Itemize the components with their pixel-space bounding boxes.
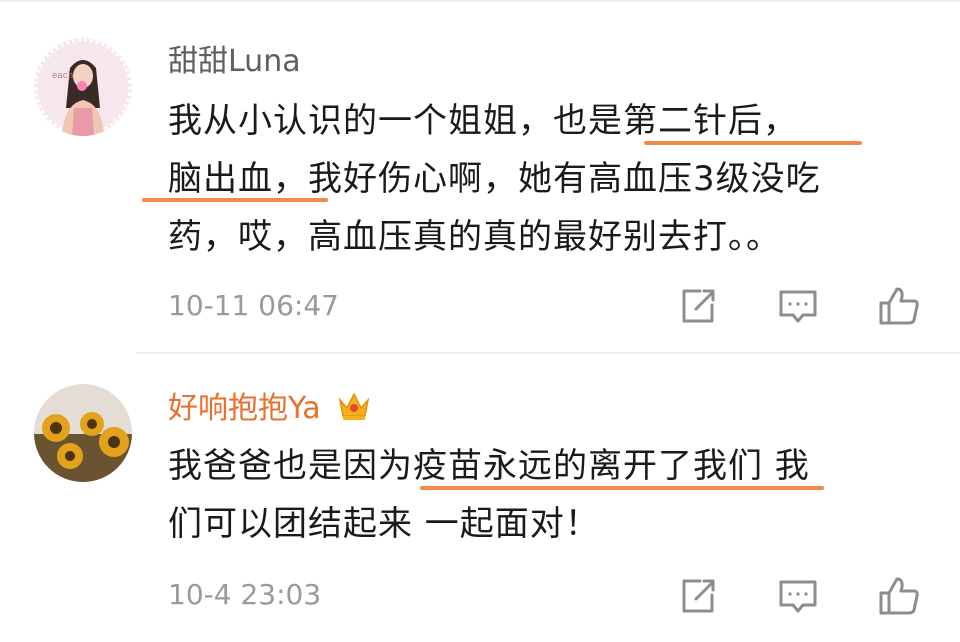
highlight-underline <box>420 486 824 490</box>
crown-icon <box>336 388 372 431</box>
highlight-underline <box>142 198 328 202</box>
like-icon[interactable] <box>877 574 921 618</box>
like-icon[interactable] <box>877 284 921 328</box>
comment-text: 我从小认识的一个姐姐，也是第二针后， 脑出血，我好伤心啊，她有高血压3级没吃 药… <box>168 92 928 266</box>
reply-icon[interactable] <box>776 284 820 328</box>
reply-icon[interactable] <box>776 574 820 618</box>
comment-line: 们可以团结起来 一起面对！ <box>168 504 600 544</box>
repost-icon[interactable] <box>676 284 720 328</box>
top-divider <box>0 0 960 2</box>
avatar[interactable]: each <box>34 38 132 136</box>
svg-text:each: each <box>52 71 74 81</box>
timestamp: 10-4 23:03 <box>168 578 322 611</box>
comment-line: 药，哎，高血压真的真的最好别去打。。 <box>168 217 781 257</box>
highlight-underline <box>644 141 862 145</box>
comment-text: 我爸爸也是因为疫苗永远的离开了我们 我 们可以团结起来 一起面对！ <box>168 437 928 553</box>
avatar[interactable] <box>34 384 132 482</box>
repost-icon[interactable] <box>676 574 720 618</box>
username[interactable]: 甜甜Luna <box>168 44 301 80</box>
timestamp: 10-11 06:47 <box>168 289 339 322</box>
username[interactable]: 好响抱抱Ya <box>168 388 372 431</box>
comment-divider <box>136 352 960 354</box>
